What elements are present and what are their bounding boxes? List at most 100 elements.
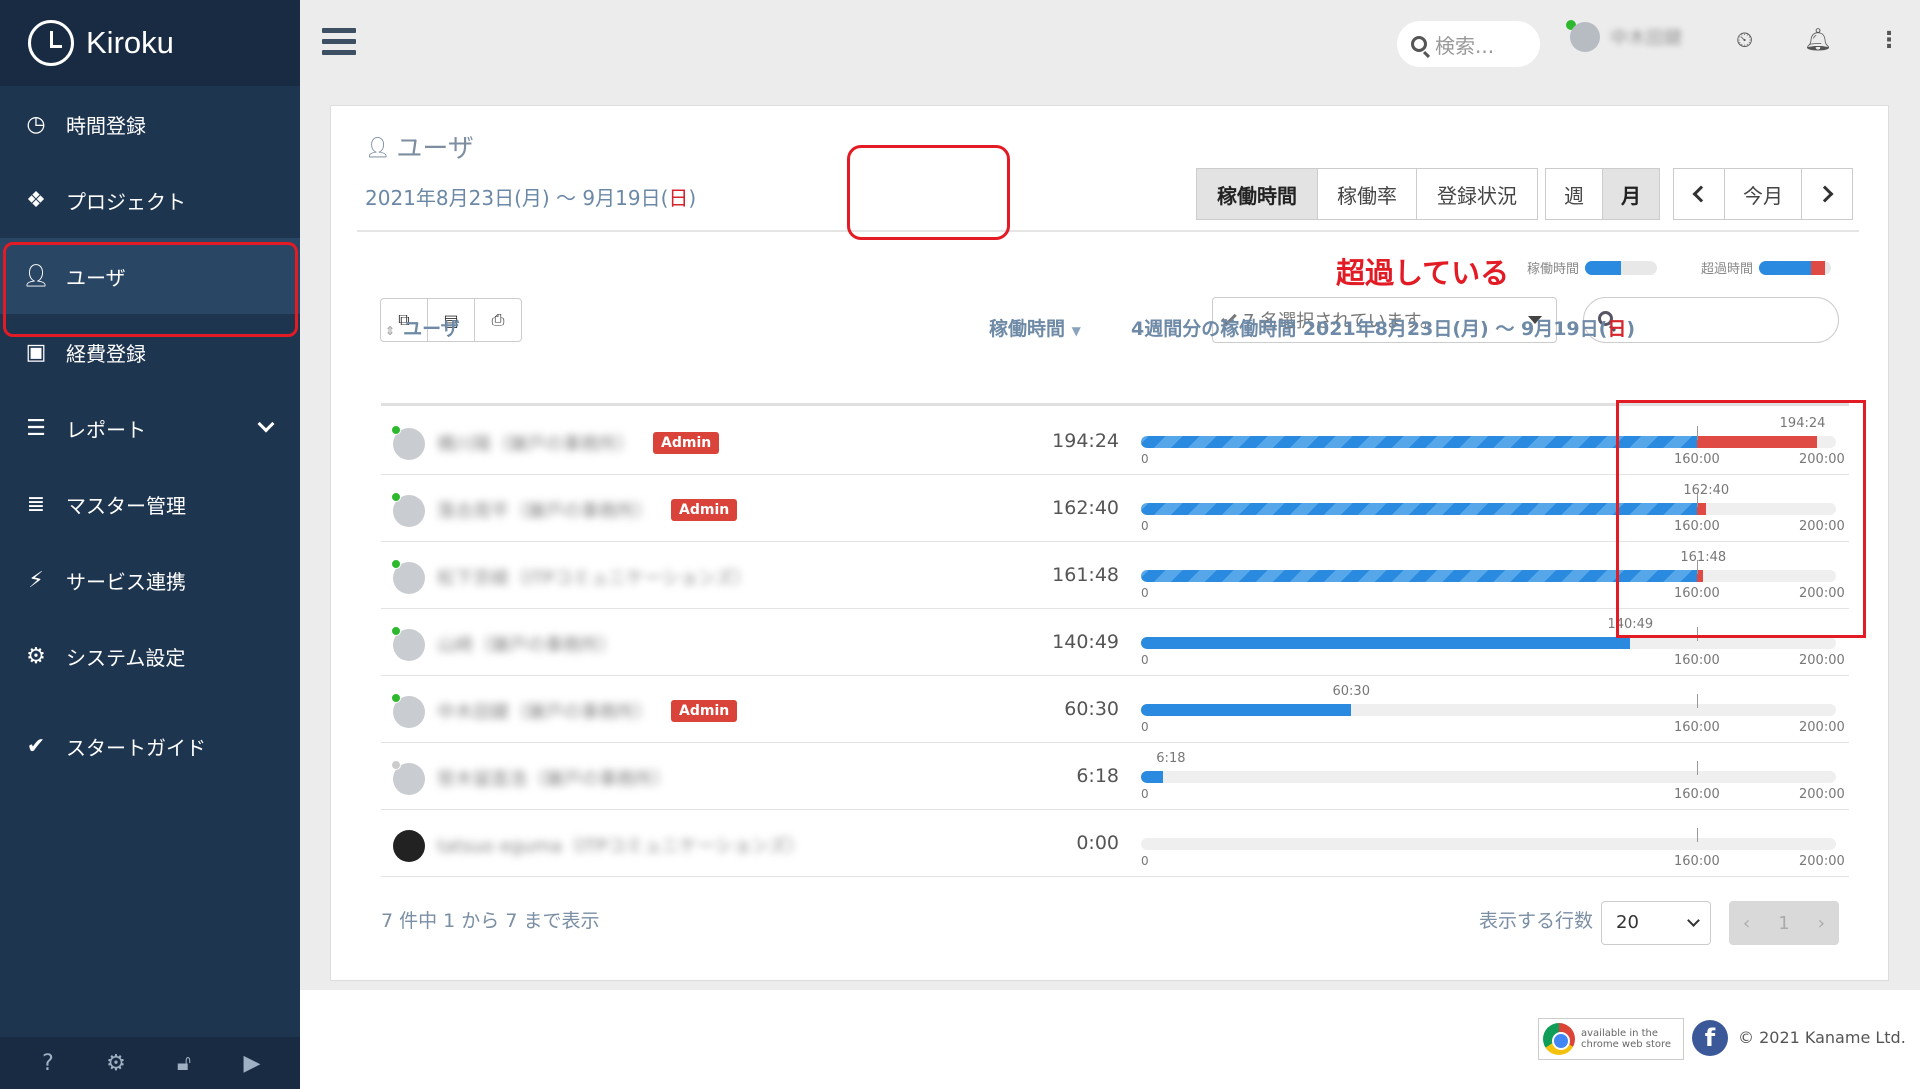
sidebar-highlight-box <box>3 242 298 337</box>
hours-bar <box>1141 771 1836 783</box>
train-icon: ▣ <box>25 339 47 365</box>
rows-per-page-label: 表示する行数 <box>1479 910 1594 932</box>
hours-bar-fill <box>1141 637 1631 649</box>
search-placeholder: 検索... <box>1435 33 1495 58</box>
hamburger-menu-icon[interactable] <box>322 28 356 56</box>
scale-label-threshold: 160:00 <box>1674 787 1720 802</box>
period-week-button[interactable]: 週 <box>1545 168 1603 220</box>
avatar <box>1570 22 1600 52</box>
kebab-menu-icon[interactable]: ⋮ <box>1878 28 1900 53</box>
prev-period-button[interactable] <box>1673 168 1725 220</box>
threshold-tick <box>1697 828 1698 842</box>
user-hours: 60:30 <box>1064 698 1119 720</box>
legend-over: 超過時間 <box>1701 258 1832 277</box>
facebook-icon[interactable]: f <box>1692 1020 1728 1056</box>
timer-icon[interactable]: ⏲︎ <box>1736 28 1753 53</box>
admin-badge: Admin <box>653 432 720 454</box>
sunday-mark: 日 <box>668 186 689 210</box>
sidebar-item-report[interactable]: ☰ レポート <box>0 390 300 466</box>
copyright: © 2021 Kaname Ltd. <box>1738 1028 1906 1047</box>
sunday-mark: 日 <box>1607 318 1627 340</box>
online-status-dot <box>391 693 401 703</box>
rows-per-page-select[interactable]: 20 <box>1601 901 1711 945</box>
user-name[interactable]: 橋川陽（鎌戸の事務所） <box>437 430 635 456</box>
date-range-text: 2021年8月23日(月) 〜 9月19日( <box>365 186 669 210</box>
legend-work-label: 稼働時間 <box>1527 262 1580 277</box>
user-name[interactable]: 松下京綾（ITPコミュニケーションズ） <box>437 564 751 590</box>
chrome-web-store-badge[interactable]: available in the chrome web store <box>1538 1018 1684 1060</box>
user-name[interactable]: 笹木留直浩（鎌戸の事務所） <box>437 765 671 791</box>
hours-bar <box>1141 838 1836 850</box>
user-name[interactable]: 落合周平（鎌戸の事務所） <box>437 497 653 523</box>
pager-prev-button[interactable]: ‹ <box>1743 913 1750 934</box>
admin-badge: Admin <box>671 700 738 722</box>
scale-label-max: 200:00 <box>1799 854 1845 869</box>
sidebar-item-label: マスター管理 <box>66 493 186 518</box>
period-month-button[interactable]: 月 <box>1602 168 1660 220</box>
footer: available in the chrome web store f © 202… <box>300 990 1920 1089</box>
user-name[interactable]: 山崎（鎌戸の事務所） <box>437 631 617 657</box>
view-toggle: 稼働時間 稼働率 登録状況 <box>1196 168 1538 220</box>
help-icon[interactable]: ? <box>33 1051 63 1076</box>
scale-label-zero: 0 <box>1141 854 1149 868</box>
table-info: 7 件中 1 から 7 まで表示 <box>381 910 600 932</box>
scale-label-max: 200:00 <box>1799 653 1845 668</box>
play-icon[interactable]: ▶ <box>237 1051 267 1076</box>
period-nav: 今月 <box>1673 168 1853 220</box>
sidebar-item-time[interactable]: ◷ 時間登録 <box>0 86 300 162</box>
this-month-button[interactable]: 今月 <box>1724 168 1802 220</box>
next-period-button[interactable] <box>1801 168 1853 220</box>
view-button-status[interactable]: 登録状況 <box>1416 168 1538 220</box>
search-input[interactable]: 検索... <box>1397 21 1540 67</box>
user-name[interactable]: 中木田鍵（鎌戸の事務所） <box>437 698 653 724</box>
gear-icon[interactable]: ⚙ <box>101 1051 131 1076</box>
pager-page-1[interactable]: 1 <box>1778 913 1789 934</box>
threshold-tick <box>1697 761 1698 775</box>
view-button-work-hours[interactable]: 稼働時間 <box>1196 168 1318 220</box>
legend-over-label: 超過時間 <box>1701 262 1754 277</box>
gear-icon: ⚙ <box>26 643 46 669</box>
sidebar-item-label: 経費登録 <box>66 341 146 366</box>
threshold-tick <box>1697 694 1698 708</box>
column-header-user[interactable]: ⇕ ユーザ <box>385 314 460 341</box>
sidebar-item-project[interactable]: ❖ プロジェクト <box>0 162 300 238</box>
legend-work: 稼働時間 <box>1527 258 1658 277</box>
scale-label-zero: 0 <box>1141 787 1149 801</box>
view-button-rate[interactable]: 稼働率 <box>1317 168 1417 220</box>
user-hours: 162:40 <box>1052 497 1119 519</box>
date-range: 2021年8月23日(月) 〜 9月19日(日) <box>365 182 696 211</box>
sidebar-item-master[interactable]: ≣ マスター管理 <box>0 466 300 542</box>
pager-next-button[interactable]: › <box>1818 913 1825 934</box>
sort-desc-icon: ▼ <box>1071 324 1081 338</box>
bar-value-label: 60:30 <box>1332 684 1370 699</box>
user-name[interactable]: tatsuo eguma（ITPコミュニケーションズ） <box>437 832 805 858</box>
chevron-down-icon <box>257 415 275 433</box>
sidebar-footer: ? ⚙ 🔓︎ ▶ <box>0 1037 300 1089</box>
unlock-icon[interactable]: 🔓︎ <box>169 1051 199 1076</box>
sidebar-item-start-guide[interactable]: ✔ スタートガイド <box>0 708 300 784</box>
table-row[interactable]: 笹木留直浩（鎌戸の事務所） 6:18 0 160:00 200:00 6:18 <box>381 743 1849 810</box>
bell-icon[interactable]: 🔔︎ <box>1804 28 1832 53</box>
hours-bar-fill <box>1141 771 1163 783</box>
user-menu[interactable]: 中木田鍵 <box>1566 20 1682 52</box>
check-icon: ✔ <box>26 733 46 759</box>
app-name: Kiroku <box>86 25 174 60</box>
hours-bar-fill <box>1141 503 1697 515</box>
scale-label-zero: 0 <box>1141 519 1149 533</box>
sidebar-item-integration[interactable]: ⚡︎ サービス連携 <box>0 542 300 618</box>
search-icon <box>1411 36 1427 52</box>
table-row[interactable]: 中木田鍵（鎌戸の事務所） Admin 60:30 0 160:00 200:00 60:30 <box>381 676 1849 743</box>
app-logo[interactable]: Kiroku <box>0 0 300 86</box>
nav-spacer <box>0 694 300 708</box>
sidebar-item-label: システム設定 <box>66 645 186 670</box>
overtime-annotation: 超過している <box>1336 256 1510 290</box>
header-divider <box>357 230 1859 232</box>
hours-bar-fill <box>1141 436 1697 448</box>
print-icon[interactable]: ⎙ <box>474 298 522 342</box>
table-row[interactable]: tatsuo eguma（ITPコミュニケーションズ） 0:00 0 160:00 20… <box>381 810 1849 877</box>
chevron-right-icon <box>1816 185 1834 203</box>
column-header-hours[interactable]: 稼働時間 ▼ <box>989 314 1081 341</box>
legend-over-swatch <box>1759 260 1832 275</box>
sidebar-item-settings[interactable]: ⚙ システム設定 <box>0 618 300 694</box>
work-hours-highlight-box <box>847 145 1010 240</box>
